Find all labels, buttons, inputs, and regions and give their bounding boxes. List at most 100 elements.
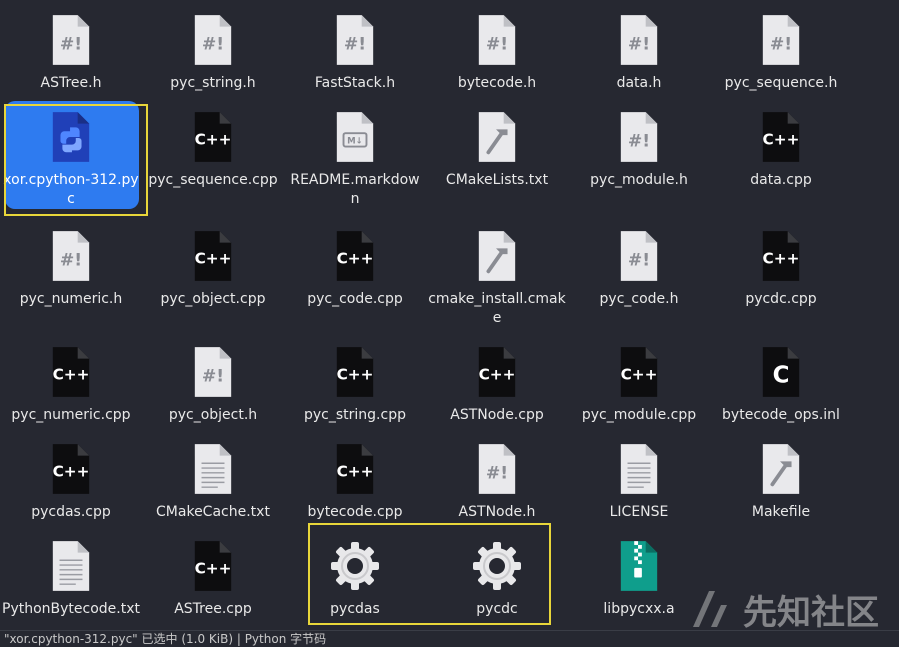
- file-item[interactable]: C++ pyc_module.cpp: [568, 332, 710, 444]
- file-item[interactable]: CMakeLists.txt: [426, 97, 568, 209]
- file-name: pyc_numeric.h: [19, 291, 123, 307]
- file-name: pyc_string.h: [170, 75, 256, 91]
- file-item[interactable]: C++ pyc_numeric.cpp: [0, 332, 142, 444]
- file-item[interactable]: Makefile: [710, 429, 852, 541]
- file-item[interactable]: cmake_install.cmake: [426, 216, 568, 328]
- file-name: CMakeCache.txt: [156, 504, 270, 520]
- build-icon: [759, 441, 803, 497]
- file-item[interactable]: #! pyc_module.h: [568, 97, 710, 209]
- svg-text:#!: #!: [628, 35, 650, 55]
- header-icon: #!: [191, 12, 235, 68]
- file-item[interactable]: LICENSE: [568, 429, 710, 541]
- file-name: ASTNode.cpp: [450, 407, 544, 423]
- file-name: ASTNode.h: [458, 504, 536, 520]
- cpp-icon: C++: [333, 441, 377, 497]
- file-item[interactable]: C++ ASTNode.cpp: [426, 332, 568, 444]
- selection-highlight-box: [4, 104, 148, 216]
- file-name: ASTree.h: [40, 75, 102, 91]
- cpp-icon: C++: [333, 344, 377, 400]
- header-icon: #!: [475, 12, 519, 68]
- svg-text:#!: #!: [628, 132, 650, 152]
- svg-text:C++: C++: [337, 463, 374, 481]
- file-item[interactable]: PythonBytecode.txt: [0, 526, 142, 638]
- text-icon: [617, 441, 661, 497]
- file-name: bytecode.cpp: [307, 504, 403, 520]
- file-name: cmake_install.cmake: [428, 291, 566, 326]
- file-item[interactable]: C++ pyc_string.cpp: [284, 332, 426, 444]
- file-item[interactable]: M↓ README.markdown: [284, 97, 426, 209]
- file-name: pyc_sequence.h: [724, 75, 838, 91]
- file-name: data.cpp: [750, 172, 812, 188]
- svg-text:#!: #!: [202, 35, 224, 55]
- file-item[interactable]: CMakeCache.txt: [142, 429, 284, 541]
- file-name: data.h: [616, 75, 662, 91]
- svg-text:#!: #!: [628, 251, 650, 271]
- file-name: CMakeLists.txt: [445, 172, 549, 188]
- file-item[interactable]: #! pyc_code.h: [568, 216, 710, 328]
- status-bar: "xor.cpython-312.pyc" 已选中 (1.0 KiB) | Py…: [0, 630, 899, 647]
- svg-text:#!: #!: [770, 35, 792, 55]
- archive-icon: [617, 538, 661, 594]
- cpp-icon: C++: [333, 228, 377, 284]
- cpp-icon: C++: [617, 344, 661, 400]
- markdown-icon: M↓: [333, 109, 377, 165]
- svg-text:#!: #!: [60, 251, 82, 271]
- build-icon: [475, 228, 519, 284]
- file-item[interactable]: #! ASTree.h: [0, 0, 142, 112]
- svg-text:M↓: M↓: [347, 137, 363, 147]
- cpp-icon: C++: [191, 538, 235, 594]
- file-item[interactable]: C++ pyc_sequence.cpp: [142, 97, 284, 209]
- file-name: pycdas.cpp: [31, 504, 111, 520]
- file-name: bytecode.h: [457, 75, 537, 91]
- watermark: 先知社区: [689, 586, 879, 633]
- svg-text:C++: C++: [195, 131, 232, 149]
- svg-text:C++: C++: [763, 250, 800, 268]
- header-icon: #!: [617, 12, 661, 68]
- svg-text:C++: C++: [195, 250, 232, 268]
- file-name: pyc_code.cpp: [307, 291, 403, 307]
- file-item[interactable]: C++ pycdc.cpp: [710, 216, 852, 328]
- file-name: PythonBytecode.txt: [2, 601, 140, 617]
- file-item[interactable]: #! data.h: [568, 0, 710, 112]
- cpp-icon: C++: [191, 228, 235, 284]
- file-item[interactable]: #! pyc_string.h: [142, 0, 284, 112]
- svg-text:C++: C++: [621, 366, 658, 384]
- file-item[interactable]: C++ pyc_object.cpp: [142, 216, 284, 328]
- svg-text:C++: C++: [337, 366, 374, 384]
- svg-text:C++: C++: [479, 366, 516, 384]
- file-name: Makefile: [751, 504, 811, 520]
- file-name: pyc_object.h: [168, 407, 258, 423]
- svg-text:#!: #!: [344, 35, 366, 55]
- file-item[interactable]: Cbytecode_ops.inl: [710, 332, 852, 444]
- file-item[interactable]: #! pyc_numeric.h: [0, 216, 142, 328]
- file-name: pyc_sequence.cpp: [148, 172, 278, 188]
- file-item[interactable]: C++ pycdas.cpp: [0, 429, 142, 541]
- file-item[interactable]: #! pyc_sequence.h: [710, 0, 852, 112]
- file-item[interactable]: #! pyc_object.h: [142, 332, 284, 444]
- file-item[interactable]: #! FastStack.h: [284, 0, 426, 112]
- header-icon: #!: [49, 228, 93, 284]
- cpp-icon: C++: [191, 109, 235, 165]
- header-icon: #!: [49, 12, 93, 68]
- status-text: "xor.cpython-312.pyc" 已选中 (1.0 KiB) | Py…: [4, 632, 327, 646]
- svg-text:#!: #!: [486, 35, 508, 55]
- cpp-icon: C++: [49, 441, 93, 497]
- file-name: pyc_object.cpp: [160, 291, 266, 307]
- svg-text:#!: #!: [202, 367, 224, 387]
- file-item[interactable]: C++ ASTree.cpp: [142, 526, 284, 638]
- header-icon: #!: [333, 12, 377, 68]
- executables-highlight-box: [308, 523, 551, 625]
- file-name: README.markdown: [290, 172, 420, 207]
- svg-text:C++: C++: [53, 366, 90, 384]
- file-item[interactable]: C++ pyc_code.cpp: [284, 216, 426, 328]
- file-item[interactable]: #! bytecode.h: [426, 0, 568, 112]
- svg-text:#!: #!: [486, 464, 508, 484]
- watermark-text: 先知社区: [743, 592, 879, 633]
- svg-text:C++: C++: [337, 250, 374, 268]
- file-name: pyc_numeric.cpp: [11, 407, 131, 423]
- file-name: pyc_module.h: [590, 172, 688, 188]
- watermark-logo-icon: [693, 591, 727, 627]
- header-icon: #!: [759, 12, 803, 68]
- file-item[interactable]: C++ data.cpp: [710, 97, 852, 209]
- svg-text:C++: C++: [763, 131, 800, 149]
